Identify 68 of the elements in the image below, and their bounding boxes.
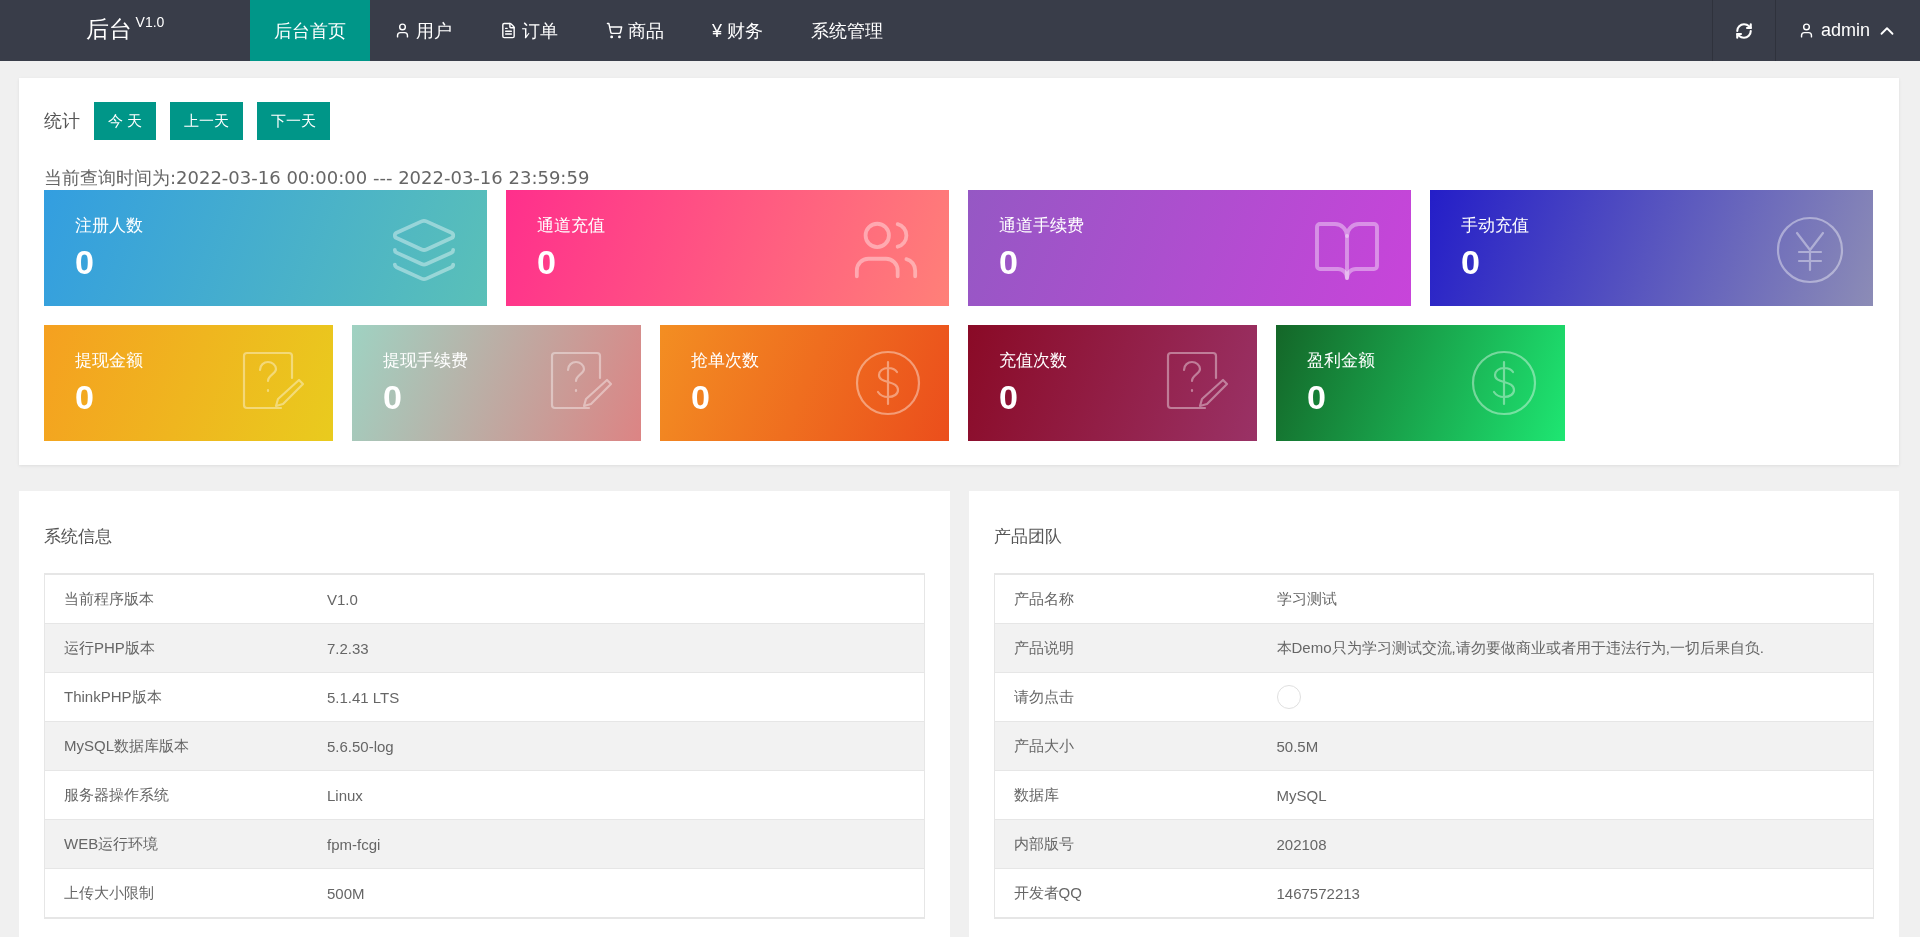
table-cell-text: WEB运行环境 [63,834,160,854]
stat-label: 提现手续费 [383,350,468,372]
nav-tab[interactable]: 系统管理 [787,0,908,61]
table-cell-text: MySQL [1275,786,1328,804]
document-icon [500,22,517,39]
table-cell-text: 上传大小限制 [63,883,155,903]
day-button[interactable]: 上一天 [170,102,244,140]
yen-circle-icon [1775,215,1845,285]
stat-label: 充值次数 [999,350,1067,372]
table-cell-text: 产品说明 [1012,638,1075,658]
table-cell-text: ThinkPHP版本 [63,687,163,707]
table-cell-text: 服务器操作系统 [63,785,170,805]
stat-label: 抢单次数 [691,350,759,372]
table-cell-text: 202108 [1275,835,1328,853]
stat-label: 手动充值 [1461,215,1529,237]
dollar-circle-icon [1471,350,1537,416]
stat-value: 0 [999,243,1018,282]
nav-tab[interactable]: ¥ 财务 [688,0,788,61]
dollar-circle-icon [855,350,921,416]
table-cell-text: 50.5M [1275,737,1320,755]
nav-tab[interactable]: 后台首页 [250,0,370,61]
refresh-icon [1734,21,1753,40]
user-menu[interactable]: admin [1774,0,1920,61]
table-cell-text: MySQL数据库版本 [63,736,190,756]
table-cell-text: 当前程序版本 [63,589,155,609]
nav-tab[interactable]: 商品 [582,0,688,61]
table-cell-text: 5.6.50-log [326,737,395,755]
panel-title: 系统信息 [44,526,113,548]
stat-value: 0 [1461,243,1480,282]
table-cell-text: 请勿点击 [1012,687,1075,707]
stat-label: 盈利金额 [1307,350,1375,372]
logo: 后台 [85,15,132,44]
query-time-text: 当前查询时间为:2022-03-16 00:00:00 --- 2022-03-16 23:59:59 [44,166,591,190]
stat-value: 0 [75,378,94,417]
table-cell-text: 5.1.41 LTS [326,688,401,706]
panel-title: 产品团队 [993,526,1063,548]
stats-label: 统计 [44,110,80,133]
stat-value: 0 [999,378,1018,417]
stat-label: 通道充值 [537,215,605,237]
table-cell-text: 开发者QQ [1012,883,1083,903]
table-cell-text: 本Demo只为学习测试交流,请勿要做商业或者用于违法行为,一切后果自负. [1275,638,1765,658]
table-cell-text: 内部版号 [1012,834,1075,854]
table-cell-text: fpm-fcgi [326,835,382,853]
stat-value: 0 [537,243,556,282]
table-cell-text: 数据库 [1012,785,1060,805]
table-cell-text: V1.0 [326,590,359,608]
day-button[interactable]: 今 天 [94,102,157,140]
table-cell-text: 7.2.33 [326,639,370,657]
stat-label: 通道手续费 [999,215,1084,237]
table-cell-text: 运行PHP版本 [63,638,156,658]
table-cell-text: Linux [326,786,364,804]
nav-tab[interactable]: 订单 [476,0,582,61]
day-button[interactable]: 下一天 [257,102,331,140]
stat-label: 提现金额 [75,350,143,372]
nav-tab[interactable]: 用户 [370,0,476,61]
table-cell-text: 产品名称 [1012,589,1075,609]
table-cell-text: 500M [326,884,366,902]
stat-value: 0 [383,378,402,417]
stat-value: 0 [1307,378,1326,417]
table-cell-text: 产品大小 [1012,736,1075,756]
stat-value: 0 [691,378,710,417]
version-label: V1.0 [135,14,165,30]
table-cell-text: 1467572213 [1275,884,1361,902]
table-cell-text: 学习测试 [1275,589,1338,609]
cart-icon [606,22,623,39]
stat-label: 注册人数 [75,215,143,237]
user-icon [394,22,411,39]
stat-value: 0 [75,243,94,282]
